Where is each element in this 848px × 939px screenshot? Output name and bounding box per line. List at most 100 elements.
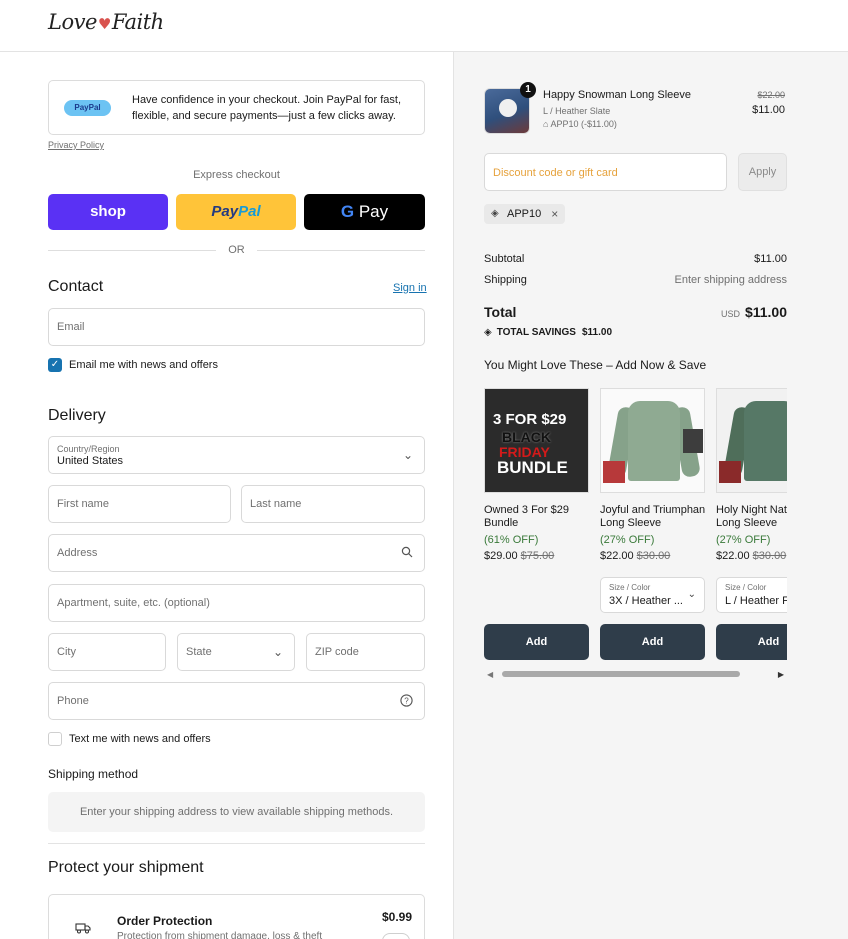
country-select[interactable]: Country/Region United States ⌄ bbox=[48, 436, 425, 474]
phone-field[interactable]: Phone ? bbox=[48, 682, 425, 720]
zip-field[interactable]: ZIP code bbox=[306, 633, 425, 671]
scroll-left-icon[interactable]: ◀ bbox=[487, 670, 493, 679]
subtotal-row: Subtotal $11.00 bbox=[484, 253, 787, 265]
header: Love♥Faith bbox=[0, 0, 848, 52]
paypal-label-a: Pay bbox=[211, 203, 239, 220]
add-button[interactable]: Add bbox=[600, 624, 705, 660]
google-pay-button[interactable]: G Pay bbox=[304, 194, 425, 230]
heart-icon: ♥ bbox=[97, 15, 111, 33]
chevron-down-icon: ⌄ bbox=[687, 589, 696, 600]
order-protection-card[interactable]: Order Protection Protection from shipmen… bbox=[48, 894, 425, 939]
shipping-label: Shipping bbox=[484, 274, 527, 286]
upsell-name-line1: Owned 3 For $29 bbox=[484, 504, 569, 516]
upsell-card: 3 FOR $29 BLACK FRIDAY BUNDLE Owned 3 Fo… bbox=[484, 388, 589, 660]
delivery-title: Delivery bbox=[48, 407, 106, 424]
chevron-down-icon: ⌄ bbox=[272, 645, 283, 659]
order-summary-column: 1 Happy Snowman Long Sleeve L / Heather … bbox=[453, 52, 848, 939]
newsletter-label: Email me with news and offers bbox=[69, 359, 218, 371]
email-field[interactable]: Email bbox=[48, 308, 425, 346]
snowman-graphic bbox=[499, 99, 517, 117]
bundle-product-image[interactable]: 3 FOR $29 BLACK FRIDAY BUNDLE bbox=[484, 388, 589, 493]
add-button[interactable]: Add bbox=[484, 624, 589, 660]
upsell-discount: (27% OFF) bbox=[716, 534, 771, 546]
applied-code-chip: ◈ APP10 × bbox=[484, 204, 566, 224]
shop-pay-button[interactable]: shop bbox=[48, 194, 168, 230]
carousel-scrollbar[interactable]: ◀ ▶ bbox=[484, 669, 787, 679]
shipping-method-notice: Enter your shipping address to view avai… bbox=[48, 792, 425, 832]
logo-word-right: Faith bbox=[111, 10, 164, 34]
tag-icon: ◈ bbox=[484, 327, 492, 338]
upsell-discount: (27% OFF) bbox=[600, 534, 655, 546]
last-name-placeholder: Last name bbox=[250, 498, 302, 510]
shirt-product-image[interactable] bbox=[600, 388, 705, 493]
subtotal-value: $11.00 bbox=[754, 253, 787, 265]
gpay-label: Pay bbox=[358, 202, 389, 221]
total-value: $11.00 bbox=[744, 304, 787, 320]
first-name-field[interactable]: First name bbox=[48, 485, 231, 523]
protect-title: Protect your shipment bbox=[48, 859, 204, 876]
state-select[interactable]: State ⌄ bbox=[177, 633, 295, 671]
help-circle-icon[interactable]: ? bbox=[400, 694, 413, 707]
product-discount-text: APP10 (-$11.00) bbox=[550, 119, 617, 129]
last-name-field[interactable]: Last name bbox=[241, 485, 425, 523]
apply-button[interactable]: Apply bbox=[738, 153, 787, 191]
variant-select-label: Size / Color bbox=[725, 583, 767, 592]
add-button[interactable]: Add bbox=[716, 624, 787, 660]
bundle-image-line1: 3 FOR $29 bbox=[493, 411, 567, 428]
savings-label: Total savings bbox=[496, 327, 576, 338]
shipping-value: Enter shipping address bbox=[674, 274, 787, 286]
paypal-label-b: Pal bbox=[238, 203, 261, 220]
upsell-name-line1: Joyful and Triumphant bbox=[600, 504, 705, 516]
newsletter-checkbox[interactable]: ✓ bbox=[48, 358, 62, 372]
variant-select[interactable]: Size / Color L / Heather Forest bbox=[716, 577, 787, 613]
total-currency: USD bbox=[720, 309, 740, 319]
upsell-name-line2: Long Sleeve bbox=[716, 517, 778, 529]
variant-select-label: Size / Color bbox=[609, 583, 651, 592]
upsell-name: Joyful and Triumphant Long Sleeve bbox=[600, 504, 705, 530]
upsell-carousel: 3 FOR $29 BLACK FRIDAY BUNDLE Owned 3 Fo… bbox=[484, 388, 787, 679]
address-field[interactable]: Address bbox=[48, 534, 425, 572]
product-discount: ⌂ APP10 (-$11.00) bbox=[543, 119, 617, 129]
shirt-body bbox=[744, 401, 787, 481]
upsell-card: Joyful and Triumphant Long Sleeve (27% O… bbox=[600, 388, 705, 660]
discount-code-field[interactable]: Discount code or gift card bbox=[484, 153, 727, 191]
chevron-down-icon: ⌄ bbox=[402, 448, 413, 462]
store-logo[interactable]: Love♥Faith bbox=[48, 10, 164, 34]
country-label: Country/Region bbox=[57, 444, 120, 454]
truck-icon bbox=[75, 923, 91, 934]
upsell-name-line1: Holy Night Nativity bbox=[716, 504, 787, 516]
scrollbar-thumb[interactable] bbox=[502, 671, 740, 677]
paypal-banner: PayPal Have confidence in your checkout.… bbox=[48, 80, 425, 135]
gift-graphic bbox=[683, 429, 703, 453]
upsell-compare-price: $30.00 bbox=[636, 550, 671, 562]
checkout-form-column: PayPal Have confidence in your checkout.… bbox=[0, 52, 453, 939]
sign-in-link[interactable]: Sign in bbox=[393, 282, 427, 294]
bundle-image-line4: BUNDLE bbox=[497, 458, 568, 477]
city-field[interactable]: City bbox=[48, 633, 166, 671]
gift-graphic bbox=[719, 461, 741, 483]
shipping-method-title: Shipping method bbox=[48, 767, 139, 781]
apartment-placeholder: Apartment, suite, etc. (optional) bbox=[57, 597, 210, 609]
close-icon[interactable]: × bbox=[551, 204, 558, 224]
order-protection-toggle[interactable] bbox=[382, 933, 410, 939]
upsell-discount: (61% OFF) bbox=[484, 534, 539, 546]
paypal-banner-message: Have confidence in your checkout. Join P… bbox=[132, 94, 402, 122]
apartment-field[interactable]: Apartment, suite, etc. (optional) bbox=[48, 584, 425, 622]
paypal-button[interactable]: PayPal bbox=[176, 194, 296, 230]
upsell-price: $22.00 bbox=[600, 550, 634, 562]
privacy-policy-link[interactable]: Privacy Policy bbox=[48, 140, 104, 150]
upsell-price-row: $22.00 $30.00 bbox=[716, 550, 786, 562]
upsell-price-row: $22.00 $30.00 bbox=[600, 550, 670, 562]
country-value: United States bbox=[57, 455, 124, 467]
upsell-compare-price: $30.00 bbox=[752, 550, 787, 562]
sms-checkbox[interactable] bbox=[48, 732, 62, 746]
scroll-right-icon[interactable]: ▶ bbox=[778, 670, 784, 679]
upsell-compare-price: $75.00 bbox=[520, 550, 555, 562]
order-protection-name: Order Protection bbox=[117, 914, 213, 928]
upsell-price: $29.00 bbox=[484, 550, 518, 562]
shirt-product-image[interactable] bbox=[716, 388, 787, 493]
total-row: Total USD $11.00 bbox=[484, 304, 787, 320]
upsell-title: You Might Love These – Add Now & Save bbox=[484, 358, 707, 372]
variant-select[interactable]: Size / Color 3X / Heather ... ⌄ bbox=[600, 577, 705, 613]
first-name-placeholder: First name bbox=[57, 498, 109, 510]
